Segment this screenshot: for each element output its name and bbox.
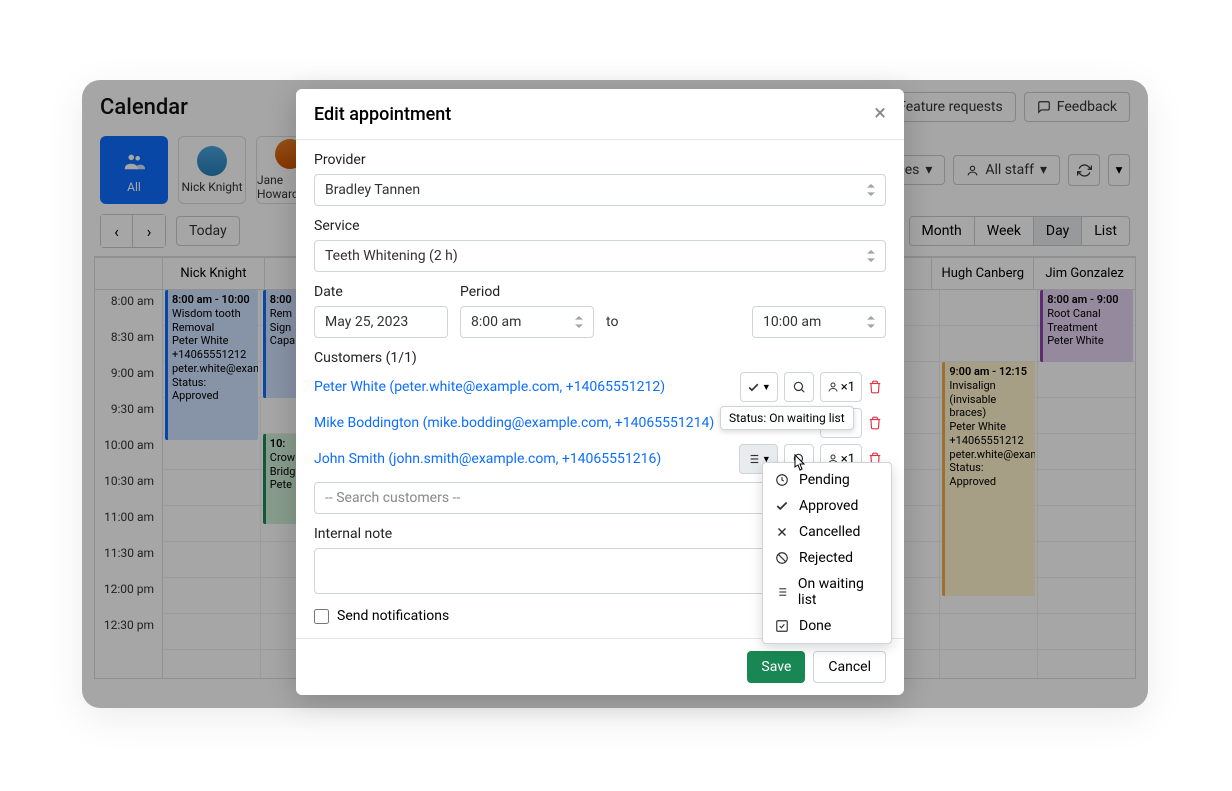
service-label: Service — [314, 218, 886, 234]
list-icon — [746, 452, 760, 466]
view-button[interactable] — [784, 372, 814, 402]
cursor-icon — [790, 454, 806, 474]
delete-button[interactable] — [868, 380, 886, 394]
count-button[interactable]: ×1 — [820, 372, 862, 402]
check-icon — [747, 381, 760, 394]
ban-icon — [775, 551, 789, 565]
date-input[interactable]: May 25, 2023 — [314, 306, 448, 338]
provider-select[interactable]: Bradley Tannen — [314, 174, 886, 206]
customer-link[interactable]: John Smith (john.smith@example.com, +140… — [314, 451, 661, 467]
status-option-pending[interactable]: Pending — [763, 467, 891, 493]
status-option-done[interactable]: Done — [763, 613, 891, 639]
status-option-waiting[interactable]: On waiting list — [763, 571, 891, 613]
user-search-icon — [792, 380, 806, 394]
list-icon — [775, 585, 788, 599]
customer-row: Peter White (peter.white@example.com, +1… — [314, 372, 886, 402]
clock-icon — [775, 473, 789, 487]
trash-icon — [868, 416, 882, 430]
save-button[interactable]: Save — [747, 651, 805, 683]
status-dropdown: Pending Approved Cancelled Rejected On w… — [762, 462, 892, 644]
period-to-select[interactable]: 10:00 am — [752, 306, 886, 338]
period-from-select[interactable]: 8:00 am — [460, 306, 594, 338]
date-label: Date — [314, 284, 448, 300]
status-option-rejected[interactable]: Rejected — [763, 545, 891, 571]
service-select[interactable]: Teeth Whitening (2 h) — [314, 240, 886, 272]
provider-label: Provider — [314, 152, 886, 168]
check-icon — [775, 499, 789, 513]
to-label: to — [606, 314, 740, 338]
modal-title: Edit appointment — [314, 104, 451, 125]
period-label: Period — [460, 284, 594, 300]
status-tooltip: Status: On waiting list — [720, 406, 854, 430]
status-option-cancelled[interactable]: Cancelled — [763, 519, 891, 545]
send-notifications-label: Send notifications — [337, 608, 449, 624]
cancel-button[interactable]: Cancel — [813, 651, 886, 683]
check-square-icon — [775, 619, 789, 633]
close-button[interactable]: × — [874, 103, 886, 125]
chevron-down-icon: ▼ — [762, 382, 771, 393]
x-icon — [775, 525, 789, 539]
delete-button[interactable] — [868, 416, 886, 430]
status-option-approved[interactable]: Approved — [763, 493, 891, 519]
customers-label: Customers (1/1) — [314, 350, 886, 366]
trash-icon — [868, 380, 882, 394]
status-button[interactable]: ▼ — [740, 372, 778, 402]
customer-link[interactable]: Peter White (peter.white@example.com, +1… — [314, 379, 665, 395]
send-notifications-checkbox[interactable] — [314, 609, 329, 624]
customer-link[interactable]: Mike Boddington (mike.bodding@example.co… — [314, 415, 714, 431]
user-icon — [827, 381, 839, 393]
